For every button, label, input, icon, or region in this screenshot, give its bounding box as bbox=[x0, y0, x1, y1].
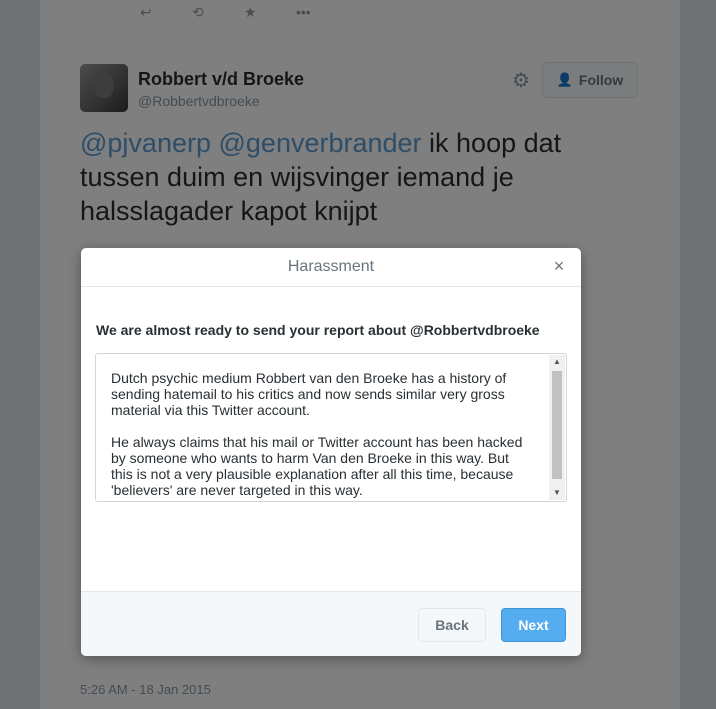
dialog-header: Harassment × bbox=[81, 248, 581, 287]
report-paragraph: Dutch psychic medium Robbert van den Bro… bbox=[111, 370, 511, 418]
back-button[interactable]: Back bbox=[418, 608, 486, 642]
scroll-down-icon[interactable]: ▼ bbox=[549, 486, 565, 500]
report-paragraph: He always claims that his mail or Twitte… bbox=[111, 434, 527, 498]
report-text[interactable]: Dutch psychic medium Robbert van den Bro… bbox=[111, 370, 531, 498]
report-dialog: Harassment × We are almost ready to send… bbox=[81, 248, 581, 656]
dialog-footer: Back Next bbox=[81, 591, 581, 656]
scrollbar-thumb[interactable] bbox=[552, 371, 562, 479]
next-button[interactable]: Next bbox=[501, 608, 566, 642]
report-textarea[interactable]: Dutch psychic medium Robbert van den Bro… bbox=[95, 353, 567, 502]
dialog-heading: We are almost ready to send your report … bbox=[96, 322, 540, 338]
scroll-up-icon[interactable]: ▲ bbox=[549, 355, 565, 369]
textarea-scrollbar[interactable]: ▲ ▼ bbox=[549, 355, 565, 500]
close-icon[interactable]: × bbox=[551, 257, 567, 275]
dialog-title: Harassment bbox=[287, 258, 375, 275]
